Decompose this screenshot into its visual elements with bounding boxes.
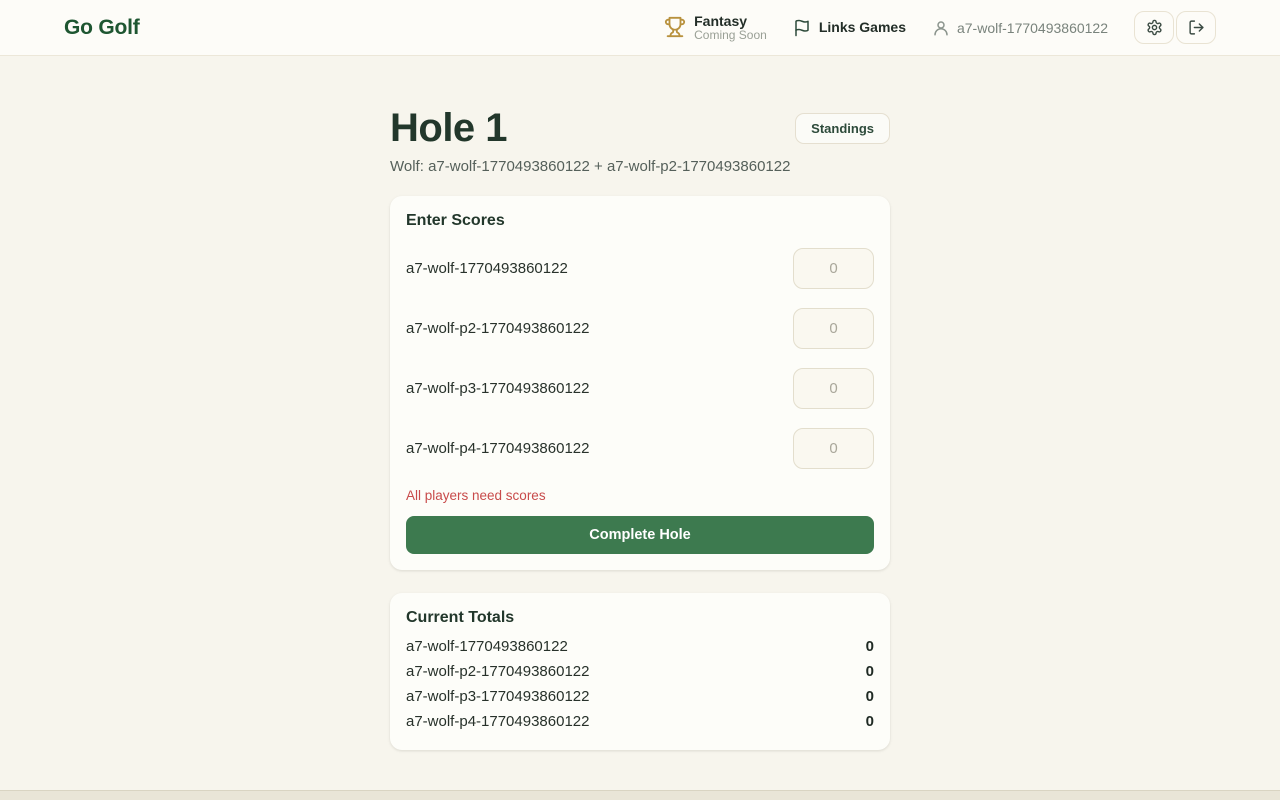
current-totals-card: Current Totals a7-wolf-1770493860122 0 a… bbox=[390, 593, 890, 750]
user-info: a7-wolf-1770493860122 bbox=[932, 19, 1108, 37]
settings-button[interactable] bbox=[1134, 11, 1174, 44]
total-row: a7-wolf-p2-1770493860122 0 bbox=[406, 659, 874, 684]
score-row: a7-wolf-1770493860122 bbox=[406, 248, 874, 289]
logout-button[interactable] bbox=[1176, 11, 1216, 44]
total-player-name: a7-wolf-p4-1770493860122 bbox=[406, 713, 589, 730]
score-row: a7-wolf-p4-1770493860122 bbox=[406, 428, 874, 469]
trophy-icon bbox=[664, 16, 686, 38]
score-row: a7-wolf-p2-1770493860122 bbox=[406, 308, 874, 349]
nav-fantasy-sublabel: Coming Soon bbox=[694, 29, 767, 43]
nav-item-fantasy: Fantasy Coming Soon bbox=[664, 13, 767, 43]
score-player-name: a7-wolf-p3-1770493860122 bbox=[406, 380, 589, 397]
score-row: a7-wolf-p3-1770493860122 bbox=[406, 368, 874, 409]
score-input-4[interactable] bbox=[793, 428, 874, 469]
app-logo[interactable]: Go Golf bbox=[64, 16, 140, 40]
logout-icon bbox=[1188, 19, 1205, 36]
flag-icon bbox=[793, 19, 811, 37]
app-header: Go Golf Fantasy Coming Soon bbox=[0, 0, 1280, 56]
total-player-value: 0 bbox=[866, 688, 874, 705]
total-player-name: a7-wolf-p3-1770493860122 bbox=[406, 688, 589, 705]
enter-scores-card: Enter Scores a7-wolf-1770493860122 a7-wo… bbox=[390, 196, 890, 570]
score-player-name: a7-wolf-p4-1770493860122 bbox=[406, 440, 589, 457]
score-input-1[interactable] bbox=[793, 248, 874, 289]
score-player-name: a7-wolf-1770493860122 bbox=[406, 260, 568, 277]
main-content: Hole 1 Standings Wolf: a7-wolf-177049386… bbox=[390, 56, 890, 750]
enter-scores-title: Enter Scores bbox=[406, 212, 874, 230]
total-row: a7-wolf-p4-1770493860122 0 bbox=[406, 709, 874, 734]
total-player-value: 0 bbox=[866, 638, 874, 655]
nav-fantasy-label: Fantasy bbox=[694, 13, 767, 29]
header-buttons bbox=[1134, 11, 1216, 44]
page-footer bbox=[0, 790, 1280, 800]
total-player-name: a7-wolf-p2-1770493860122 bbox=[406, 663, 589, 680]
total-row: a7-wolf-p3-1770493860122 0 bbox=[406, 684, 874, 709]
wolf-subtitle: Wolf: a7-wolf-1770493860122 + a7-wolf-p2… bbox=[390, 158, 890, 175]
gear-icon bbox=[1146, 19, 1163, 36]
user-icon bbox=[932, 19, 950, 37]
page-title: Hole 1 bbox=[390, 106, 507, 151]
nav-item-links-games[interactable]: Links Games bbox=[793, 19, 906, 37]
score-player-name: a7-wolf-p2-1770493860122 bbox=[406, 320, 589, 337]
complete-hole-button[interactable]: Complete Hole bbox=[406, 516, 874, 554]
total-row: a7-wolf-1770493860122 0 bbox=[406, 634, 874, 659]
title-row: Hole 1 Standings bbox=[390, 106, 890, 151]
standings-button[interactable]: Standings bbox=[795, 113, 890, 144]
current-totals-title: Current Totals bbox=[406, 609, 874, 627]
total-player-name: a7-wolf-1770493860122 bbox=[406, 638, 568, 655]
validation-error: All players need scores bbox=[406, 488, 874, 503]
nav-fantasy-text: Fantasy Coming Soon bbox=[694, 13, 767, 43]
total-player-value: 0 bbox=[866, 663, 874, 680]
nav-links-games-label: Links Games bbox=[819, 19, 906, 35]
score-input-2[interactable] bbox=[793, 308, 874, 349]
username-text: a7-wolf-1770493860122 bbox=[957, 20, 1108, 36]
total-player-value: 0 bbox=[866, 713, 874, 730]
score-input-3[interactable] bbox=[793, 368, 874, 409]
header-right: Fantasy Coming Soon Links Games a7-wolf-… bbox=[664, 11, 1216, 44]
